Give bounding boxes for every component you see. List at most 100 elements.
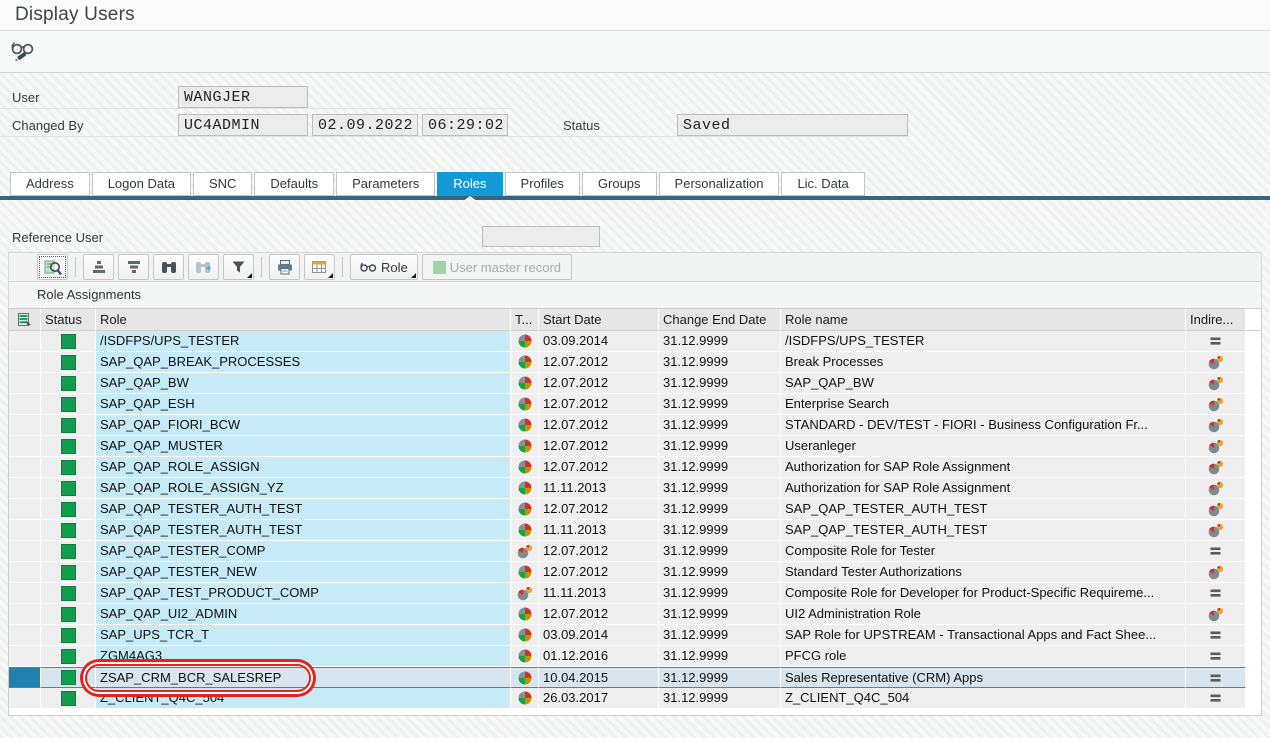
role-cell[interactable]: SAP_QAP_ROLE_ASSIGN_YZ	[96, 478, 511, 499]
start-date-cell[interactable]: 01.12.2016	[539, 646, 659, 667]
status-cell[interactable]	[41, 688, 96, 709]
role-cell[interactable]: SAP_QAP_ESH	[96, 394, 511, 415]
row-select-cell[interactable]	[9, 394, 41, 415]
start-date-cell[interactable]: 03.09.2014	[539, 331, 659, 352]
role-type-cell[interactable]	[511, 457, 539, 478]
indirect-cell[interactable]	[1186, 541, 1246, 562]
indirect-cell[interactable]	[1186, 646, 1246, 667]
status-cell[interactable]	[41, 331, 96, 352]
tab-groups[interactable]: Groups	[582, 172, 657, 196]
indirect-cell[interactable]	[1186, 499, 1246, 520]
export-button[interactable]	[304, 254, 335, 280]
changed-by-field[interactable]	[178, 114, 308, 136]
role-cell[interactable]: SAP_QAP_FIORI_BCW	[96, 415, 511, 436]
reference-user-field[interactable]	[482, 226, 600, 247]
role-cell[interactable]: /ISDFPS/UPS_TESTER	[96, 331, 511, 352]
indirect-cell[interactable]	[1186, 394, 1246, 415]
role-type-cell[interactable]	[511, 625, 539, 646]
role-cell[interactable]: Z_CLIENT_Q4C_504	[96, 688, 511, 709]
role-name-cell[interactable]: SAP_QAP_BW	[781, 373, 1186, 394]
status-cell[interactable]	[41, 667, 96, 688]
start-date-cell[interactable]: 12.07.2012	[539, 415, 659, 436]
role-type-cell[interactable]	[511, 688, 539, 709]
start-date-cell[interactable]: 10.04.2015	[539, 667, 659, 688]
changed-time-field[interactable]	[422, 114, 508, 136]
start-date-cell[interactable]: 03.09.2014	[539, 625, 659, 646]
select-all-header[interactable]	[9, 309, 41, 331]
role-name-cell[interactable]: /ISDFPS/UPS_TESTER	[781, 331, 1186, 352]
row-select-cell[interactable]	[9, 499, 41, 520]
start-date-cell[interactable]: 12.07.2012	[539, 499, 659, 520]
row-select-cell[interactable]	[9, 604, 41, 625]
tab-profiles[interactable]: Profiles	[505, 172, 580, 196]
end-date-cell[interactable]: 31.12.9999	[659, 646, 781, 667]
tab-lic-data[interactable]: Lic. Data	[781, 172, 864, 196]
role-type-cell[interactable]	[511, 331, 539, 352]
status-cell[interactable]	[41, 394, 96, 415]
role-type-cell[interactable]	[511, 415, 539, 436]
role-cell[interactable]: SAP_QAP_UI2_ADMIN	[96, 604, 511, 625]
start-date-cell[interactable]: 12.07.2012	[539, 373, 659, 394]
row-select-cell[interactable]	[9, 541, 41, 562]
role-cell[interactable]: SAP_QAP_TESTER_AUTH_TEST	[96, 520, 511, 541]
row-select-cell[interactable]	[9, 688, 41, 709]
role-name-cell[interactable]: Z_CLIENT_Q4C_504	[781, 688, 1186, 709]
status-cell[interactable]	[41, 373, 96, 394]
tab-address[interactable]: Address	[10, 172, 90, 196]
role-cell[interactable]: SAP_QAP_MUSTER	[96, 436, 511, 457]
sort-descending-button[interactable]	[118, 254, 149, 280]
role-cell[interactable]: SAP_QAP_ROLE_ASSIGN	[96, 457, 511, 478]
role-type-cell[interactable]	[511, 520, 539, 541]
start-date-cell[interactable]: 12.07.2012	[539, 562, 659, 583]
tab-snc[interactable]: SNC	[193, 172, 252, 196]
role-type-cell[interactable]	[511, 604, 539, 625]
role-type-cell[interactable]	[511, 373, 539, 394]
role-type-cell[interactable]	[511, 499, 539, 520]
end-date-cell[interactable]: 31.12.9999	[659, 583, 781, 604]
role-cell[interactable]: SAP_QAP_TESTER_COMP	[96, 541, 511, 562]
print-button[interactable]	[269, 254, 300, 280]
row-select-cell[interactable]	[9, 352, 41, 373]
start-date-cell[interactable]: 12.07.2012	[539, 604, 659, 625]
end-date-cell[interactable]: 31.12.9999	[659, 541, 781, 562]
end-date-cell[interactable]: 31.12.9999	[659, 667, 781, 688]
row-select-cell[interactable]	[9, 583, 41, 604]
start-date-cell[interactable]: 11.11.2013	[539, 583, 659, 604]
indirect-cell[interactable]	[1186, 583, 1246, 604]
role-name-cell[interactable]: Composite Role for Developer for Product…	[781, 583, 1186, 604]
indirect-cell[interactable]	[1186, 331, 1246, 352]
end-date-cell[interactable]: 31.12.9999	[659, 604, 781, 625]
start-date-cell[interactable]: 12.07.2012	[539, 541, 659, 562]
user-master-record-button[interactable]: User master record	[422, 254, 572, 280]
status-cell[interactable]	[41, 541, 96, 562]
role-name-cell[interactable]: Authorization for SAP Role Assignment	[781, 478, 1186, 499]
indirect-cell[interactable]	[1186, 373, 1246, 394]
role-cell[interactable]: SAP_QAP_TESTER_NEW	[96, 562, 511, 583]
end-date-cell[interactable]: 31.12.9999	[659, 352, 781, 373]
role-name-cell[interactable]: UI2 Administration Role	[781, 604, 1186, 625]
changed-date-field[interactable]	[312, 114, 418, 136]
role-type-cell[interactable]	[511, 667, 539, 688]
role-type-cell[interactable]	[511, 646, 539, 667]
tab-logon-data[interactable]: Logon Data	[92, 172, 191, 196]
column-header[interactable]: Role	[96, 309, 511, 331]
start-date-cell[interactable]: 12.07.2012	[539, 457, 659, 478]
role-cell[interactable]: ZGM4AG3	[96, 646, 511, 667]
end-date-cell[interactable]: 31.12.9999	[659, 331, 781, 352]
end-date-cell[interactable]: 31.12.9999	[659, 373, 781, 394]
filter-button[interactable]	[223, 254, 254, 280]
role-name-cell[interactable]: SAP_QAP_TESTER_AUTH_TEST	[781, 520, 1186, 541]
column-header[interactable]: Role name	[781, 309, 1186, 331]
row-select-cell[interactable]	[9, 373, 41, 394]
status-cell[interactable]	[41, 499, 96, 520]
find-button[interactable]	[153, 254, 184, 280]
row-select-cell[interactable]	[9, 520, 41, 541]
row-select-cell[interactable]	[9, 667, 41, 688]
indirect-cell[interactable]	[1186, 352, 1246, 373]
role-name-cell[interactable]: PFCG role	[781, 646, 1186, 667]
end-date-cell[interactable]: 31.12.9999	[659, 688, 781, 709]
indirect-cell[interactable]	[1186, 436, 1246, 457]
end-date-cell[interactable]: 31.12.9999	[659, 436, 781, 457]
status-cell[interactable]	[41, 520, 96, 541]
indirect-cell[interactable]	[1186, 562, 1246, 583]
